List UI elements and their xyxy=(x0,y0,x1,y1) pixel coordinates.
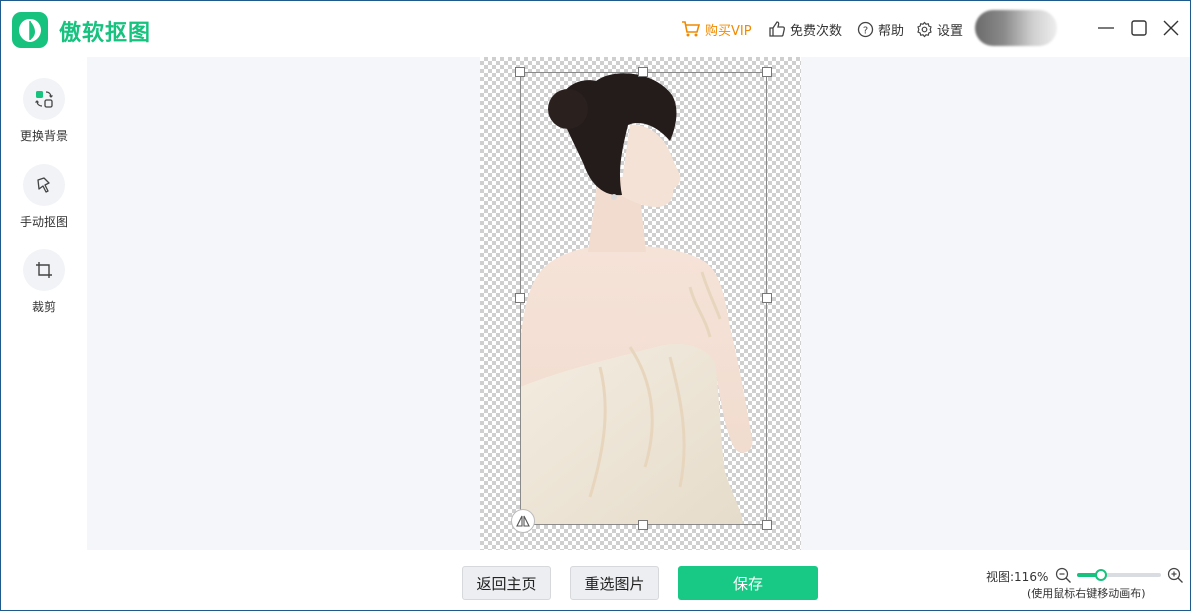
question-icon: ? xyxy=(857,21,874,37)
crop-handle-top[interactable] xyxy=(638,67,648,77)
flip-button[interactable] xyxy=(511,509,535,533)
crop-handle-bottom[interactable] xyxy=(638,520,648,530)
sidebar-item-label: 裁剪 xyxy=(31,300,56,314)
sidebar-item-label: 更换背景 xyxy=(19,129,68,143)
zoom-slider[interactable] xyxy=(1077,569,1161,581)
close-icon xyxy=(1163,20,1179,36)
buy-vip-button[interactable]: 购买VIP xyxy=(681,19,752,39)
help-label: 帮助 xyxy=(878,23,905,39)
title-bar: 傲软抠图 购买VIP 免费次数 ? 帮助 设置 xyxy=(1,1,1190,57)
sidebar-item-crop[interactable]: 裁剪 xyxy=(1,249,87,315)
zoom-in-icon xyxy=(1167,567,1183,583)
sidebar-item-change-background[interactable]: 更换背景 xyxy=(1,78,87,144)
image-preview[interactable] xyxy=(480,57,801,550)
app-window: 傲软抠图 购买VIP 免费次数 ? 帮助 设置 更换背景 手动抠图 裁剪 返回主… xyxy=(0,0,1191,611)
editing-canvas[interactable] xyxy=(87,57,1190,550)
gear-icon xyxy=(917,21,932,37)
return-home-button[interactable]: 返回主页 xyxy=(462,566,551,600)
reselect-image-button[interactable]: 重选图片 xyxy=(570,566,659,600)
zoom-hint: (使用鼠标右键移动画布) xyxy=(1027,587,1146,600)
help-button[interactable]: ? 帮助 xyxy=(857,19,904,39)
maximize-icon xyxy=(1131,20,1147,36)
flip-icon xyxy=(516,515,530,527)
zoom-out-icon xyxy=(1055,567,1071,583)
save-button[interactable]: 保存 xyxy=(678,566,818,600)
settings-label: 设置 xyxy=(937,23,964,39)
user-avatar[interactable] xyxy=(975,10,1057,46)
app-title: 傲软抠图 xyxy=(59,21,152,46)
crop-handle-bottom-right[interactable] xyxy=(762,520,772,530)
minimize-icon xyxy=(1098,27,1114,29)
free-count-label: 免费次数 xyxy=(790,23,843,39)
crop-handle-right[interactable] xyxy=(762,293,772,303)
buy-vip-label: 购买VIP xyxy=(705,23,752,39)
manual-cutout-icon xyxy=(23,164,65,206)
app-logo xyxy=(12,12,48,48)
svg-text:?: ? xyxy=(863,25,868,36)
swap-background-icon xyxy=(23,78,65,120)
sidebar-item-manual-cutout[interactable]: 手动抠图 xyxy=(1,164,87,230)
crop-handle-left[interactable] xyxy=(515,293,525,303)
zoom-slider-knob[interactable] xyxy=(1095,569,1107,581)
maximize-button[interactable] xyxy=(1129,18,1149,38)
crop-handle-top-right[interactable] xyxy=(762,67,772,77)
bottom-toolbar: 返回主页 重选图片 保存 视图:116% (使用鼠标右键移动画布) xyxy=(1,550,1190,610)
crop-handle-top-left[interactable] xyxy=(515,67,525,77)
sidebar-item-label: 手动抠图 xyxy=(19,215,68,229)
crop-frame[interactable] xyxy=(520,72,767,525)
thumbs-up-icon xyxy=(769,21,785,37)
crop-icon xyxy=(23,249,65,291)
cart-icon xyxy=(682,21,701,37)
minimize-button[interactable] xyxy=(1096,18,1116,38)
zoom-level: 视图:116% xyxy=(986,570,1049,584)
zoom-in-button[interactable] xyxy=(1167,567,1184,588)
close-button[interactable] xyxy=(1161,18,1181,38)
settings-button[interactable]: 设置 xyxy=(916,19,963,39)
tool-sidebar: 更换背景 手动抠图 裁剪 xyxy=(1,57,87,550)
free-count-button[interactable]: 免费次数 xyxy=(768,19,842,39)
